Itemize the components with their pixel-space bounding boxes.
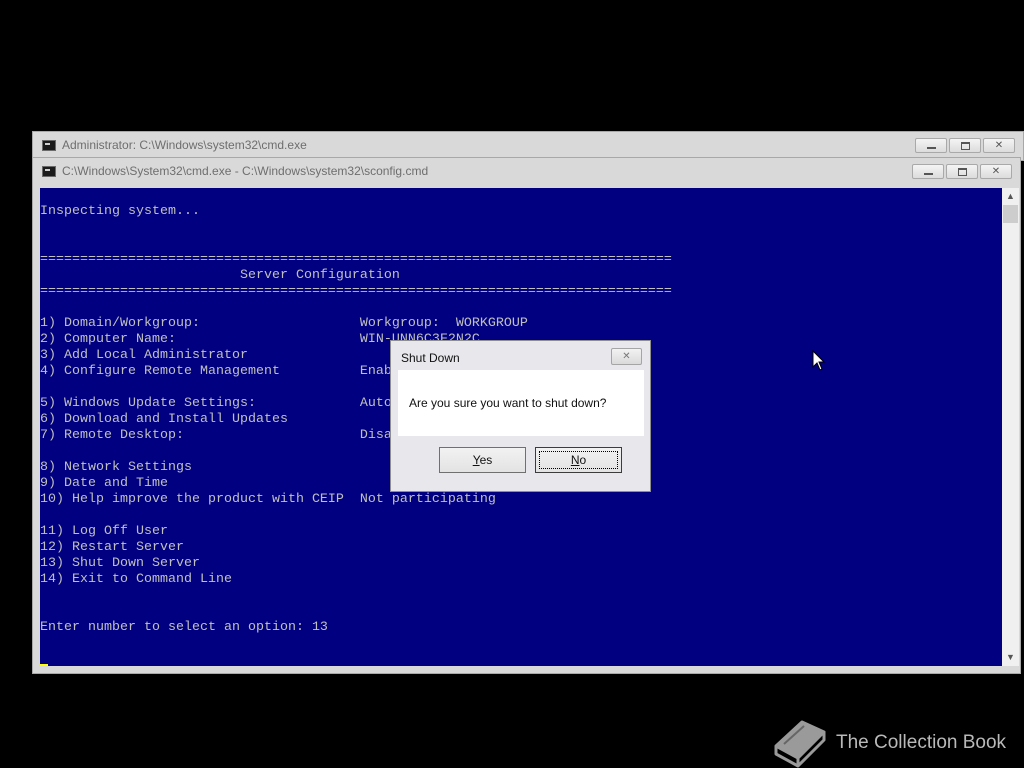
scroll-up-icon[interactable]: ▲ bbox=[1002, 188, 1019, 205]
back-window-titlebar[interactable]: Administrator: C:\Windows\system32\cmd.e… bbox=[33, 132, 1023, 158]
back-window-controls bbox=[913, 138, 1015, 153]
front-window-title: C:\Windows\System32\cmd.exe - C:\Windows… bbox=[62, 164, 429, 178]
front-window-controls bbox=[910, 164, 1012, 179]
close-icon[interactable] bbox=[980, 164, 1012, 179]
vertical-scrollbar[interactable]: ▲ ▼ bbox=[1002, 188, 1019, 666]
minimize-icon[interactable] bbox=[915, 138, 947, 153]
yes-button[interactable]: Yes bbox=[439, 447, 526, 473]
shutdown-dialog: Shut Down ✕ Are you sure you want to shu… bbox=[390, 340, 651, 492]
dialog-message: Are you sure you want to shut down? bbox=[409, 396, 607, 410]
book-icon bbox=[774, 720, 826, 768]
minimize-icon[interactable] bbox=[912, 164, 944, 179]
console-icon bbox=[42, 140, 56, 151]
maximize-icon[interactable] bbox=[946, 164, 978, 179]
maximize-icon[interactable] bbox=[949, 138, 981, 153]
no-button[interactable]: No bbox=[535, 447, 622, 473]
close-icon[interactable]: ✕ bbox=[611, 348, 642, 365]
console-icon bbox=[42, 166, 56, 177]
back-window-title: Administrator: C:\Windows\system32\cmd.e… bbox=[62, 138, 307, 152]
mouse-pointer-icon bbox=[812, 350, 826, 371]
yes-button-label: Yes bbox=[472, 453, 493, 467]
text-cursor bbox=[40, 664, 48, 666]
focus-rect bbox=[539, 451, 618, 469]
scroll-down-icon[interactable]: ▼ bbox=[1002, 649, 1019, 666]
close-icon[interactable] bbox=[983, 138, 1015, 153]
watermark-text: The Collection Book bbox=[836, 732, 1007, 753]
scroll-thumb[interactable] bbox=[1003, 205, 1018, 223]
dialog-title: Shut Down bbox=[401, 351, 460, 365]
front-window-titlebar[interactable]: C:\Windows\System32\cmd.exe - C:\Windows… bbox=[33, 158, 1020, 184]
dialog-body: Are you sure you want to shut down? bbox=[398, 370, 644, 436]
